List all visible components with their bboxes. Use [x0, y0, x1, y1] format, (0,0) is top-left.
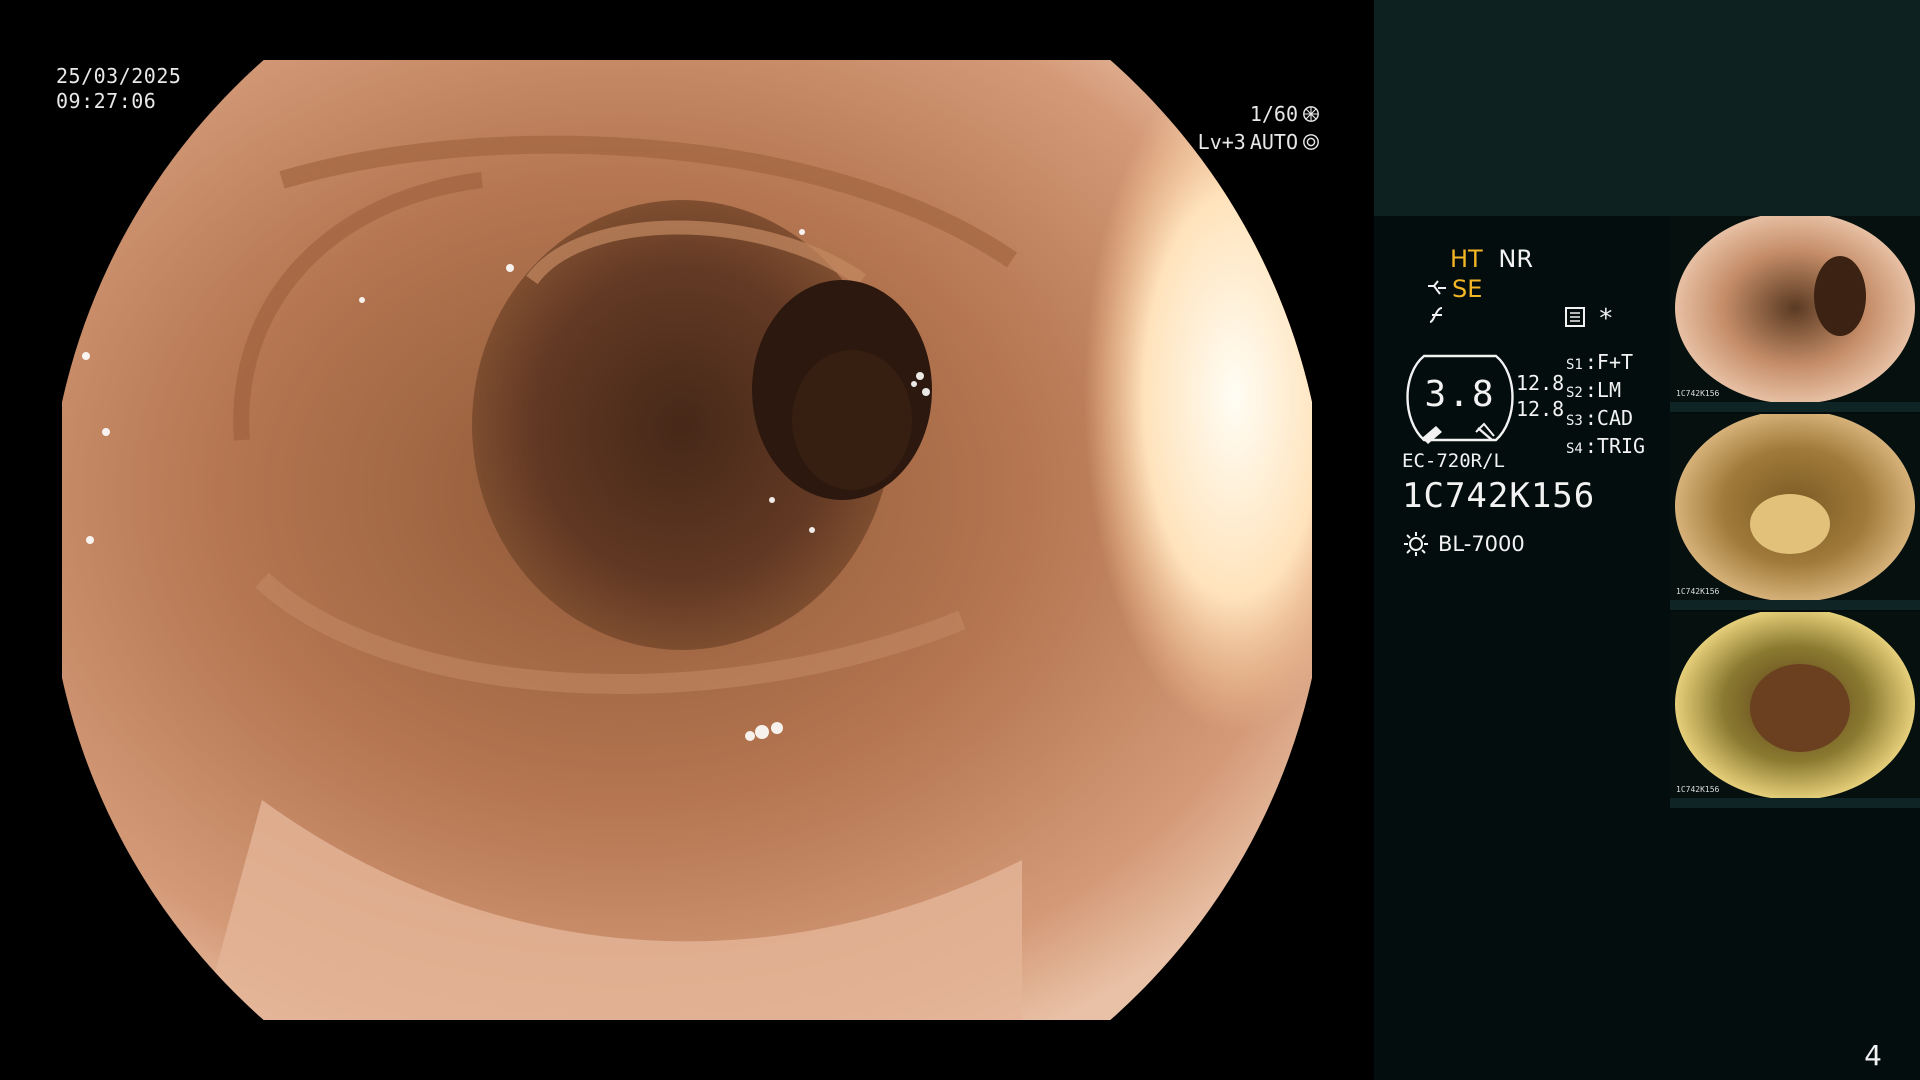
mode-nr: NR [1498, 245, 1533, 273]
timestamp: 25/03/2025 09:27:06 [56, 64, 181, 114]
gauge-number-1: 12.8 [1516, 371, 1565, 395]
shutter-speed: 1/60 [1249, 102, 1298, 126]
thumbnail-image [1675, 216, 1915, 404]
iris-icon [1303, 134, 1319, 150]
gauge-number-2: 12.8 [1516, 397, 1565, 421]
star-marker: * [1598, 304, 1614, 334]
thumbnail-label: 1C742K156 [1676, 785, 1720, 794]
scope-serial: 1C742K156 [1402, 476, 1596, 516]
thumbnail-bar [1670, 798, 1920, 808]
light-source-icon [1404, 532, 1428, 556]
setting-s4: S4:TRIG [1566, 434, 1646, 458]
exposure-info: 1/60 Lv+3 AUTO [1198, 100, 1320, 156]
date-text: 25/03/2025 [56, 64, 182, 88]
setting-s2: S2:LM [1566, 378, 1621, 402]
endoscope-main-view: 25/03/2025 09:27:06 1/60 Lv+3 AUTO [0, 0, 1374, 1080]
mode-ht: HT [1450, 245, 1483, 273]
thumbnail-bar [1670, 600, 1920, 610]
light-source: BL-7000 [1402, 530, 1525, 558]
endoscopic-image [62, 60, 1312, 1020]
shutter-icon [1303, 106, 1319, 122]
thumbnail-3[interactable]: 1C742K156 [1670, 612, 1920, 808]
scope-model: EC-720R/L [1402, 450, 1505, 472]
thumbnail-2[interactable]: 1C742K156 [1670, 414, 1920, 610]
mode-indicators: HT NR SE [1426, 244, 1541, 326]
thumbnail-image [1675, 612, 1915, 800]
function-icon [1429, 307, 1443, 323]
time-text: 09:27:06 [56, 89, 157, 113]
side-panel: HT NR SE * 3.8 12.8 12.8 S1:F+T S2:LM S3… [1374, 0, 1920, 1080]
gauge-value: 3.8 [1424, 374, 1496, 415]
light-source-name: BL-7000 [1438, 532, 1525, 556]
side-panel-top-band [1374, 0, 1920, 216]
thumbnail-label: 1C742K156 [1676, 389, 1720, 398]
thumbnail-bar [1670, 402, 1920, 412]
exposure-mode: AUTO [1249, 130, 1298, 154]
setting-s3: S3:CAD [1566, 406, 1634, 430]
image-record-icon [1565, 307, 1585, 327]
page-number: 4 [1864, 1039, 1882, 1072]
thumbnail-label: 1C742K156 [1676, 587, 1720, 596]
thumbnail-image [1675, 414, 1915, 602]
structure-enhance-icon [1428, 280, 1446, 295]
brightness-level: Lv+3 [1197, 130, 1246, 154]
thumbnail-strip: 1C742K156 1C742K156 1C742K156 [1670, 216, 1920, 810]
switch-settings: S1:F+T S2:LM S3:CAD S4:TRIG [1566, 350, 1645, 462]
gauge-numbers: 12.8 12.8 [1516, 370, 1564, 422]
mode-se: SE [1452, 275, 1483, 303]
setting-s1: S1:F+T [1566, 350, 1634, 374]
thumbnail-1[interactable]: 1C742K156 [1670, 216, 1920, 412]
